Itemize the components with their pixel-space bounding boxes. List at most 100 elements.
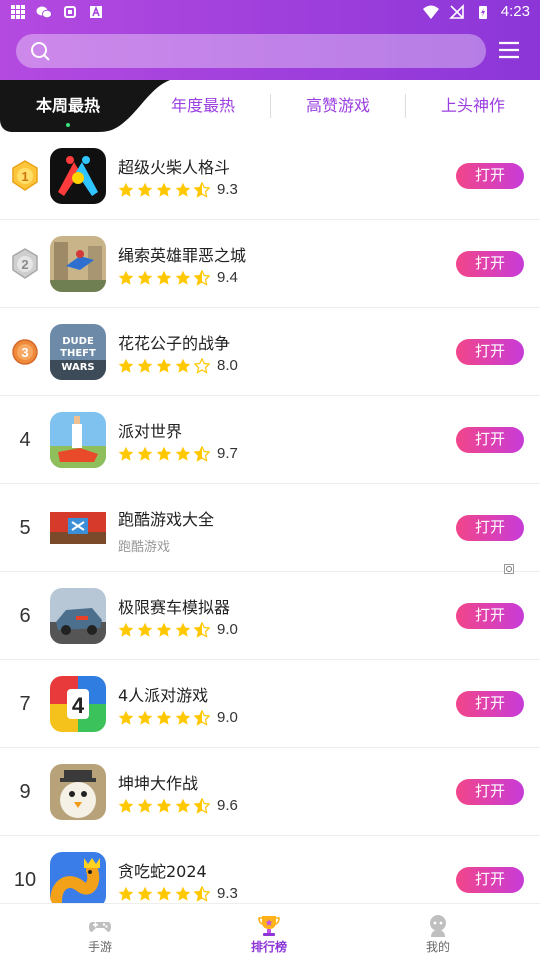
star-rating: 8.0	[118, 357, 238, 374]
star-rating: 9.6	[118, 797, 238, 814]
list-item[interactable]: 6 极限赛车模拟器 9.0 打开	[0, 572, 540, 660]
list-item[interactable]: 1 超级火柴人格斗 9.3 打开	[0, 132, 540, 220]
star-full-icon	[175, 358, 191, 373]
tab-addictive-picks[interactable]: 上头神作	[406, 80, 540, 132]
star-half-icon	[194, 885, 210, 902]
svg-text:4: 4	[72, 693, 85, 718]
rating-score: 9.0	[217, 709, 238, 726]
game-icon: 4	[50, 676, 106, 732]
list-item[interactable]: 7 4 4人派对游戏 9.0 打开	[0, 660, 540, 748]
list-item[interactable]: 4 派对世界 9.7 打开	[0, 396, 540, 484]
wifi-icon	[422, 5, 439, 19]
star-full-icon	[118, 446, 134, 461]
star-rating: 9.3	[118, 181, 238, 198]
star-full-icon	[175, 270, 191, 285]
star-full-icon	[118, 710, 134, 725]
svg-text:WARS: WARS	[61, 362, 94, 373]
star-full-icon	[137, 710, 153, 725]
bronze-medal-icon: 3	[12, 339, 38, 365]
star-half-icon	[194, 709, 210, 726]
tab-top-rated[interactable]: 高赞游戏	[271, 80, 405, 132]
star-full-icon	[156, 710, 172, 725]
search-icon	[31, 42, 50, 61]
list-item[interactable]: 3 DUDE THEFT WARS 花花公子的战争 8.0 打开	[0, 308, 540, 396]
star-full-icon	[118, 358, 134, 373]
game-title: 绳索英雄罪恶之城	[118, 246, 247, 265]
nav-item-profile[interactable]: 我的	[378, 904, 498, 960]
game-ranking-list: 1 超级火柴人格斗 9.3 打开 2 绳索英雄罪恶之城 9.4 打开 3 DUD…	[0, 132, 540, 924]
star-rating: 9.0	[118, 621, 238, 638]
open-button[interactable]: 打开	[456, 867, 524, 893]
star-rating: 9.0	[118, 709, 238, 726]
star-half-icon	[194, 181, 210, 198]
svg-text:2: 2	[21, 257, 28, 272]
nav-label: 排行榜	[250, 940, 287, 954]
game-title: 派对世界	[118, 422, 183, 441]
star-full-icon	[118, 886, 134, 901]
star-full-icon	[137, 886, 153, 901]
list-item[interactable]: 5 跑酷游戏大全 跑酷游戏 打开	[0, 484, 540, 574]
star-full-icon	[156, 886, 172, 901]
open-button[interactable]: 打开	[456, 515, 524, 541]
rank-number: 7	[19, 693, 31, 715]
star-rating: 9.3	[118, 885, 238, 902]
game-icon	[50, 588, 106, 644]
star-full-icon	[156, 798, 172, 813]
game-title: 超级火柴人格斗	[118, 158, 231, 177]
open-button[interactable]: 打开	[456, 603, 524, 629]
game-title: 极限赛车模拟器	[118, 598, 231, 617]
status-bar: 4:23	[0, 0, 540, 24]
bug-app-icon	[64, 6, 76, 18]
rating-score: 9.0	[217, 621, 238, 638]
star-full-icon	[156, 622, 172, 637]
svg-text:1: 1	[21, 169, 28, 184]
star-full-icon	[156, 358, 172, 373]
star-half-icon	[194, 797, 210, 814]
star-empty-icon	[194, 357, 210, 374]
open-button[interactable]: 打开	[456, 339, 524, 365]
battery-charging-icon	[478, 5, 487, 19]
svg-text:THEFT: THEFT	[60, 348, 96, 359]
search-input[interactable]	[16, 34, 486, 68]
star-full-icon	[175, 798, 191, 813]
app-header: 4:23	[0, 0, 540, 80]
game-banner-image	[50, 512, 106, 544]
star-full-icon	[175, 886, 191, 901]
star-full-icon	[156, 270, 172, 285]
no-signal-icon	[448, 3, 464, 19]
font-app-icon	[90, 5, 102, 18]
menu-icon[interactable]	[498, 41, 520, 59]
star-full-icon	[156, 446, 172, 461]
star-full-icon	[175, 622, 191, 637]
star-half-icon	[194, 269, 210, 286]
list-item[interactable]: 9 坤坤大作战 9.6 打开	[0, 748, 540, 836]
nav-label: 我的	[425, 940, 450, 954]
star-full-icon	[137, 358, 153, 373]
open-button[interactable]: 打开	[456, 427, 524, 453]
rank-number: 5	[19, 517, 31, 539]
star-full-icon	[175, 446, 191, 461]
tab-yearly-hot[interactable]: 年度最热	[136, 80, 270, 132]
svg-text:3: 3	[21, 345, 28, 360]
open-button[interactable]: 打开	[456, 251, 524, 277]
nav-item-rankings[interactable]: 排行榜	[209, 904, 329, 960]
game-subtitle: 跑酷游戏	[118, 540, 171, 555]
star-full-icon	[118, 270, 134, 285]
rating-score: 9.7	[217, 445, 238, 462]
rating-score: 9.6	[217, 797, 238, 814]
rating-score: 9.4	[217, 269, 238, 286]
game-icon: DUDE THEFT WARS	[50, 324, 106, 380]
star-full-icon	[137, 798, 153, 813]
open-button[interactable]: 打开	[456, 779, 524, 805]
open-button[interactable]: 打开	[456, 163, 524, 189]
trophy-icon	[258, 916, 280, 936]
bottom-navigation: 手游 排行榜 我的	[0, 903, 540, 960]
nav-item-mobile-games[interactable]: 手游	[40, 904, 160, 960]
gold-medal-icon: 1	[12, 160, 38, 191]
star-full-icon	[137, 182, 153, 197]
list-item[interactable]: 2 绳索英雄罪恶之城 9.4 打开	[0, 220, 540, 308]
open-button[interactable]: 打开	[456, 691, 524, 717]
star-full-icon	[137, 270, 153, 285]
star-full-icon	[118, 798, 134, 813]
star-full-icon	[175, 182, 191, 197]
